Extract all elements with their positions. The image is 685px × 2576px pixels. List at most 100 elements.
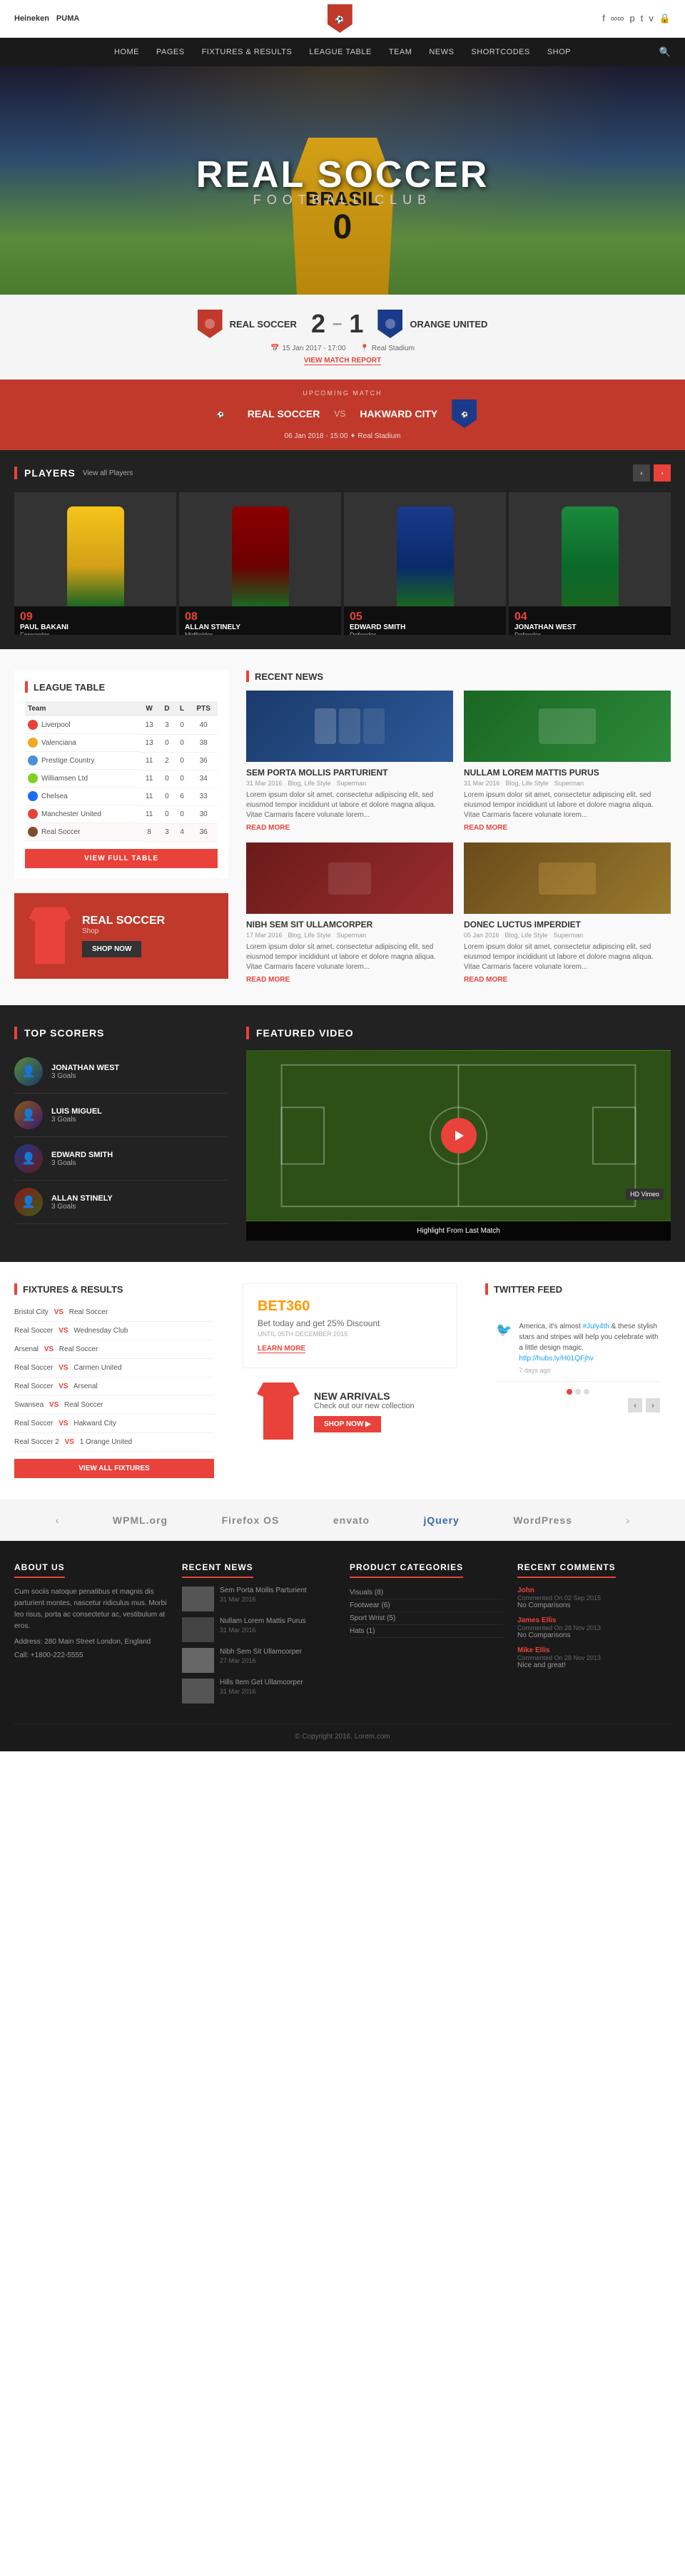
twitter-section: Twitter Feed 🐦 America, it's almost #Jul… [485,1283,671,1478]
home-badge [198,310,223,338]
tweet-prev-btn[interactable]: ‹ [628,1398,642,1412]
nav-shortcodes[interactable]: SHORTCODES [462,38,538,66]
news-card: DONEC LUCTUS IMPERDIET 05 Jan 2016 Blog,… [464,842,671,984]
view-fixtures-button[interactable]: VIEW ALL FIXTURES [14,1459,214,1478]
upcoming-label: Upcoming Match [208,390,477,397]
cat-name: Sport Wrist (5) [350,1614,395,1622]
player-info: 08 ALLAN STINELY Midfielder [179,606,341,635]
partner-wordpress: WordPress [513,1514,572,1526]
read-more-link[interactable]: Read More [246,824,290,832]
cat-name: Footwear (6) [350,1602,390,1609]
lock-icon[interactable]: 🔒 [659,13,671,24]
arrivals-subtitle: Check out our new collection [314,1402,415,1410]
comment-date: Commented On 02 Sep 2015 [517,1594,671,1602]
footer-comments: RECENT COMMENTS John Commented On 02 Sep… [517,1562,671,1709]
nav-team[interactable]: TEAM [380,38,421,66]
news-category: Blog, Life Style [505,932,548,939]
fixture-teams: Real Soccer 2 VS 1 Orange United [14,1438,214,1446]
player-card: 09 PAUL BAKANI Forwarder [14,492,176,635]
tweet-content: America, it's almost #July4th & these st… [519,1321,660,1374]
recent-news-header: RECENT NEWS [246,671,671,682]
partners-next-arrow[interactable]: › [626,1514,629,1526]
tweet-dot-2[interactable] [575,1389,581,1395]
read-more-link[interactable]: Read More [464,824,507,832]
footer-comment: John Commented On 02 Sep 2015 No Compari… [517,1587,671,1609]
view-match-report-link[interactable]: VIEW MATCH REPORT [304,357,381,365]
table-row: Valenciana 130038 [25,734,218,752]
facebook-icon[interactable]: f [602,13,605,24]
score-meta: 📅 15 Jan 2017 - 17:00 📍 Real Stadium [270,345,415,352]
upcoming-vs: VS [334,409,345,419]
tweet-hashtag[interactable]: #July4th [583,1323,609,1330]
news-date: 31 Mar 2016 [246,780,283,787]
video-badge: HD Vimeo [626,1188,664,1200]
player-image [14,492,176,606]
section-bar [14,1027,17,1039]
score-section: REAL SOCCER 2 – 1 ORANGE UNITED 📅 15 Jan… [0,295,685,380]
shop-btn[interactable]: SHOP NOW [82,941,141,957]
news-category: Blog, Life Style [288,932,331,939]
featured-video: HD Vimeo Highlight From Last Match [246,1050,671,1241]
scorer-avatar: 👤 [14,1057,43,1086]
bet-description: Bet today and get 25% Discount [258,1318,442,1328]
view-full-table-button[interactable]: VIEW FULL TABLE [25,849,218,868]
news-category: Blog, Life Style [288,780,331,787]
dark-section: TOP SCORERS 👤 JONATHAN WEST 3 Goals 👤 LU… [0,1005,685,1262]
shop-now-button[interactable]: SHOP NOW ▶ [314,1416,381,1432]
prev-arrow[interactable]: ‹ [633,464,650,482]
fixtures-column: FIXTURES & RESULTS Bristol City VS Real … [14,1283,214,1478]
players-section: PLAYERS View all Players ‹ › 09 PAUL BAK… [0,450,685,649]
comment-date: Commented On 28 Nov 2013 [517,1654,671,1661]
vimeo-icon[interactable]: v [649,13,654,24]
upcoming-meta: 06 Jan 2018 - 15:00 ✦ Real Stadium [208,432,477,440]
next-arrow[interactable]: › [654,464,671,482]
table-row: Manchester United 110030 [25,805,218,823]
twitter-icon[interactable]: t [641,13,644,24]
footer-address: Address: 280 Main Street London, England [14,1638,168,1646]
footer-cat-item: Hats (1) [350,1625,503,1638]
shop-ad-title: REAL SOCCER [82,915,165,927]
fixture-item: Swansea VS Real Soccer [14,1396,214,1415]
scorer-info: EDWARD SMITH 3 Goals [51,1151,113,1167]
player-position: Defender [514,631,665,635]
nav-league-table[interactable]: LEAGUE TABLE [300,38,380,66]
nav-shop[interactable]: SHOP [539,38,579,66]
player-name: EDWARD SMITH [350,623,500,631]
play-button[interactable] [441,1118,477,1154]
players-header: PLAYERS View all Players ‹ › [14,464,671,482]
read-more-link[interactable]: Read More [246,976,290,984]
footer-news-image [182,1617,214,1642]
read-more-link[interactable]: Read More [464,976,507,984]
section-bar [25,681,28,693]
partners-prev-arrow[interactable]: ‹ [56,1514,59,1526]
upcoming-away: HAKWARD CITY [360,408,437,419]
nav-pages[interactable]: PAGES [148,38,193,66]
pinterest-icon[interactable]: p [629,13,634,24]
tweet-dot-3[interactable] [584,1389,589,1395]
main-content: League Table Team W D L PTS [0,649,685,1005]
twitter-bird-icon: 🐦 [496,1323,512,1374]
nav-fixtures[interactable]: FIXTURES & RESULTS [193,38,301,66]
scorer-name: JONATHAN WEST [51,1064,119,1072]
partner-envato: envato [333,1514,370,1526]
player-number: 09 [20,611,33,623]
comment-author: John [517,1587,671,1594]
upcoming-home-badge: ⚽ [208,399,233,428]
tweet-url[interactable]: http://hubs.ly/H01QFjhv [519,1355,594,1363]
scorer-goals: 3 Goals [51,1203,113,1211]
col-w: W [139,701,159,716]
500px-icon[interactable]: ∞∞ [611,13,624,24]
hero-title: REAL SOCCER [196,153,489,196]
upcoming-away-badge: ⚽ [452,399,477,428]
social-links[interactable]: f ∞∞ p t v 🔒 [602,13,671,24]
search-icon[interactable]: 🔍 [659,46,671,58]
away-score: 1 [349,309,363,339]
news-title: NULLAM LOREM MATTIS PURUS [464,768,671,778]
nav-home[interactable]: HOME [106,38,148,66]
learn-more-link[interactable]: LEARN MORE [258,1345,305,1353]
footer-news-item: Hills Item Get Ullamcorper 31 Mar 2016 [182,1679,335,1704]
svg-text:⚽: ⚽ [216,411,224,418]
tweet-next-btn[interactable]: › [646,1398,660,1412]
tweet-dot-1[interactable] [567,1389,572,1395]
nav-news[interactable]: NEWS [420,38,462,66]
